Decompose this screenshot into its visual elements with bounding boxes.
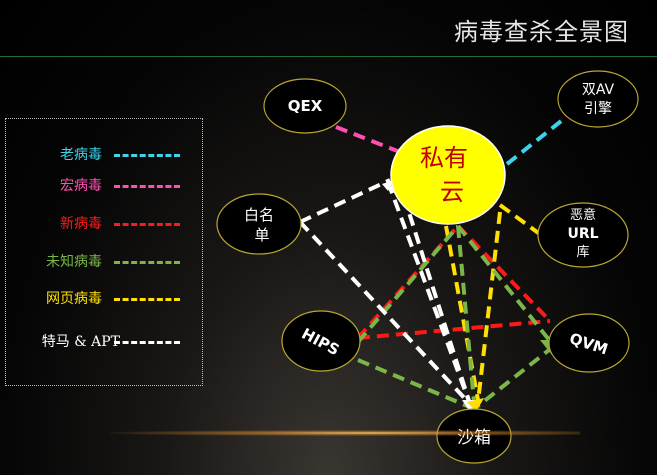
link-whitelist-cloud (299, 178, 391, 224)
node-label: URL (567, 226, 598, 242)
link-av-cloud (505, 116, 567, 166)
node-label: 云 (440, 178, 464, 206)
node-label: 单 (254, 226, 269, 244)
node-label: 库 (576, 244, 589, 260)
node-private-cloud: 私有 云 (390, 125, 506, 225)
node-qvm: QVM (548, 313, 630, 373)
diagram-canvas: QEX 双AV 引擎 私有 云 白名 单 恶意 URL 库 HIPS QVM 沙… (216, 70, 639, 464)
floor-glow (110, 430, 580, 436)
link-qex-cloud (335, 125, 401, 154)
link-cloud-sandbox-2 (476, 211, 502, 403)
node-whitelist: 白名 单 (216, 193, 302, 255)
node-sandbox: 沙箱 (436, 408, 512, 464)
node-label: 引擎 (584, 101, 612, 117)
node-label: 私有 (420, 144, 468, 172)
node-hips: HIPS (281, 310, 361, 372)
link-cloud-sandbox-green (456, 225, 476, 403)
node-label: 白名 (244, 206, 274, 224)
link-qvm-sandbox (476, 344, 556, 408)
node-label: 双AV (582, 82, 615, 98)
node-malicious-url: 恶意 URL 库 (537, 202, 629, 268)
node-label: QEX (288, 97, 323, 115)
link-hips-qvm (357, 319, 551, 340)
node-dual-av: 双AV 引擎 (557, 70, 639, 128)
node-qex: QEX (263, 78, 347, 134)
node-label: 恶意 (570, 207, 596, 223)
slide: 病毒查杀全景图 老病毒 宏病毒 新病毒 未知病毒 网页病毒 特马 & APT Q… (0, 0, 657, 475)
